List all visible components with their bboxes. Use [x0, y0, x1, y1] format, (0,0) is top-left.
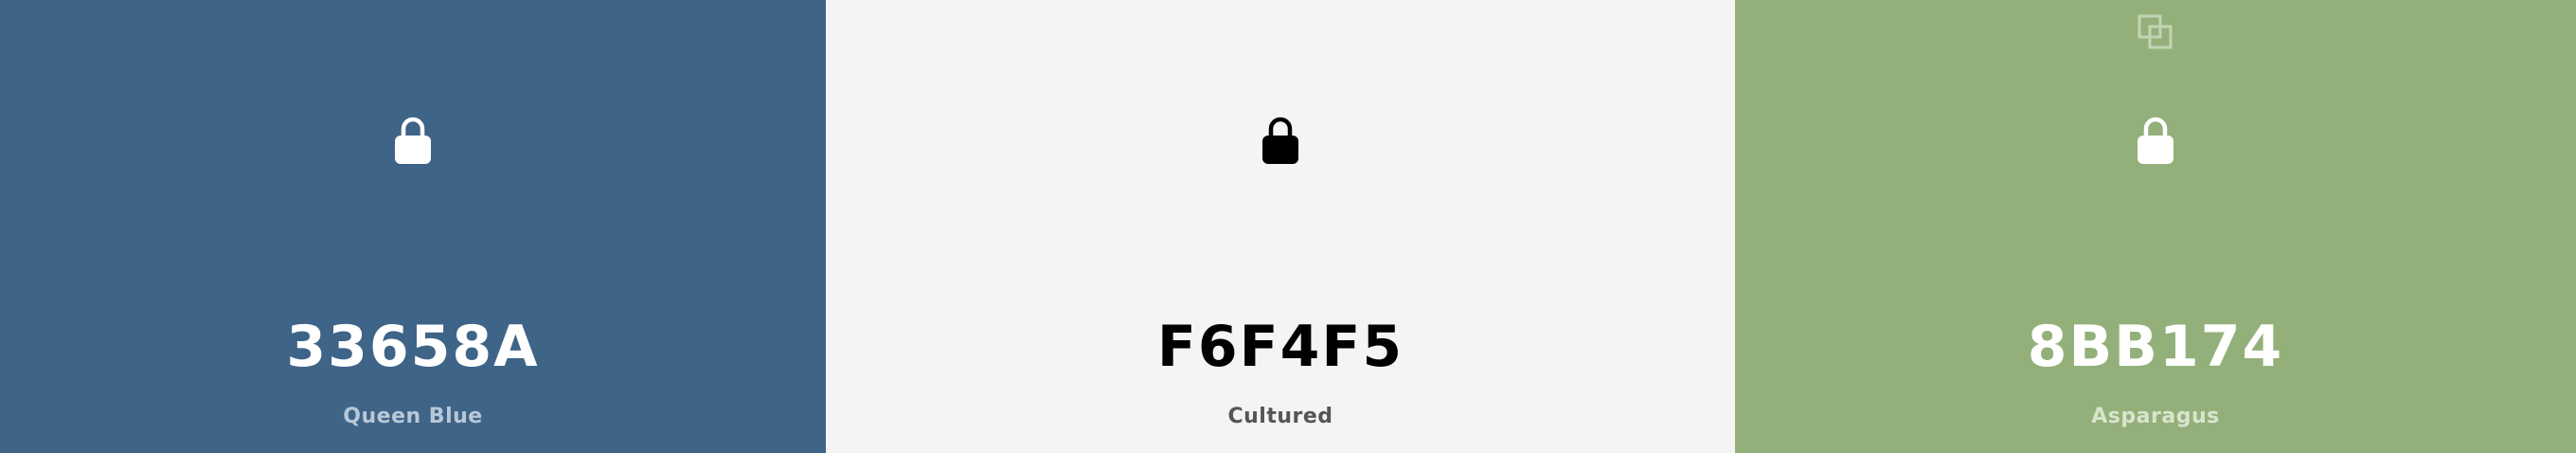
color-name: Cultured: [1227, 405, 1333, 428]
color-swatch-cultured[interactable]: F6F4F5 Cultured: [826, 0, 1735, 453]
color-swatch-queen-blue[interactable]: 33658A Queen Blue: [0, 0, 826, 453]
lock-icon: [395, 117, 431, 164]
lock-button[interactable]: [390, 114, 436, 167]
lock-button[interactable]: [2133, 114, 2178, 167]
lock-icon: [2138, 117, 2174, 164]
lock-button[interactable]: [1258, 114, 1303, 167]
color-name: Asparagus: [2091, 405, 2220, 428]
copy-icon: [2138, 14, 2173, 49]
color-palette: 33658A Queen Blue F6F4F5 Cultured 8BB174: [0, 0, 2576, 453]
hex-code[interactable]: F6F4F5: [826, 313, 1735, 381]
color-swatch-asparagus[interactable]: 8BB174 Asparagus: [1735, 0, 2576, 453]
hex-code[interactable]: 33658A: [0, 313, 826, 381]
color-name: Queen Blue: [343, 405, 483, 428]
lock-icon: [1262, 117, 1298, 164]
hex-code[interactable]: 8BB174: [1735, 313, 2576, 381]
copy-button[interactable]: [2135, 11, 2176, 53]
